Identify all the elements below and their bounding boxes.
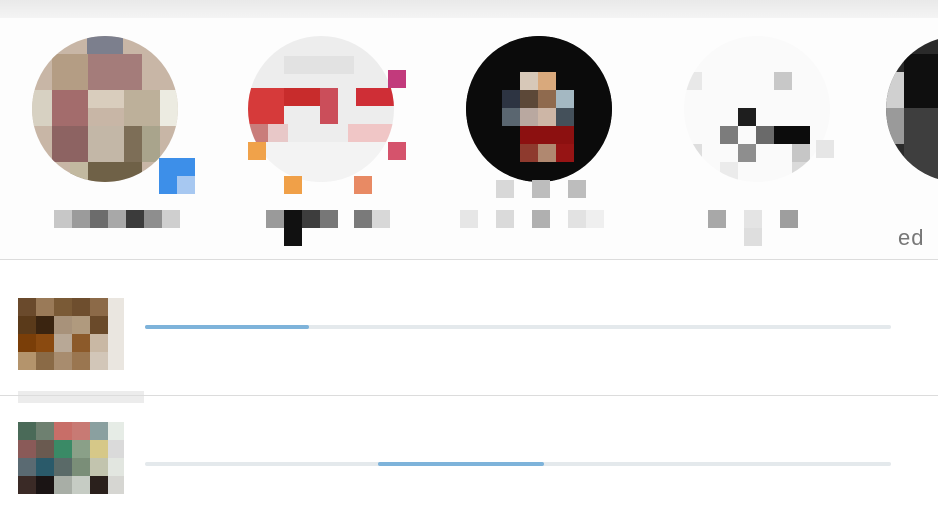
media-row-1[interactable]	[0, 260, 938, 403]
media-progress-track-2[interactable]	[145, 462, 891, 466]
story-item-3[interactable]	[454, 32, 624, 252]
story-name-2	[236, 202, 406, 246]
media-progress-fill-1	[145, 325, 309, 329]
story-name-4	[672, 202, 842, 246]
stories-strip[interactable]: ed	[0, 18, 938, 260]
media-thumbnail-1[interactable]	[18, 298, 124, 370]
media-row-2[interactable]	[0, 396, 938, 530]
top-edge	[0, 0, 938, 18]
story-name-3	[454, 202, 624, 242]
story-avatar-2[interactable]	[248, 36, 394, 182]
media-progress-fill-2	[378, 462, 544, 466]
blue-square-badge-icon	[159, 158, 195, 194]
story-name-1	[20, 202, 190, 242]
story-avatar-1[interactable]	[32, 36, 178, 182]
story-item-4[interactable]	[672, 32, 842, 252]
story-avatar-4[interactable]	[684, 36, 830, 182]
story-avatar-5[interactable]	[886, 36, 938, 182]
story-item-5[interactable]	[880, 32, 938, 252]
story-item-1[interactable]	[20, 32, 195, 252]
story-item-2[interactable]	[236, 32, 406, 252]
media-progress-track-1[interactable]	[145, 325, 891, 329]
media-thumbnail-2[interactable]	[18, 422, 124, 494]
story-avatar-3[interactable]	[466, 36, 612, 182]
story-name-5: ed	[898, 225, 925, 250]
